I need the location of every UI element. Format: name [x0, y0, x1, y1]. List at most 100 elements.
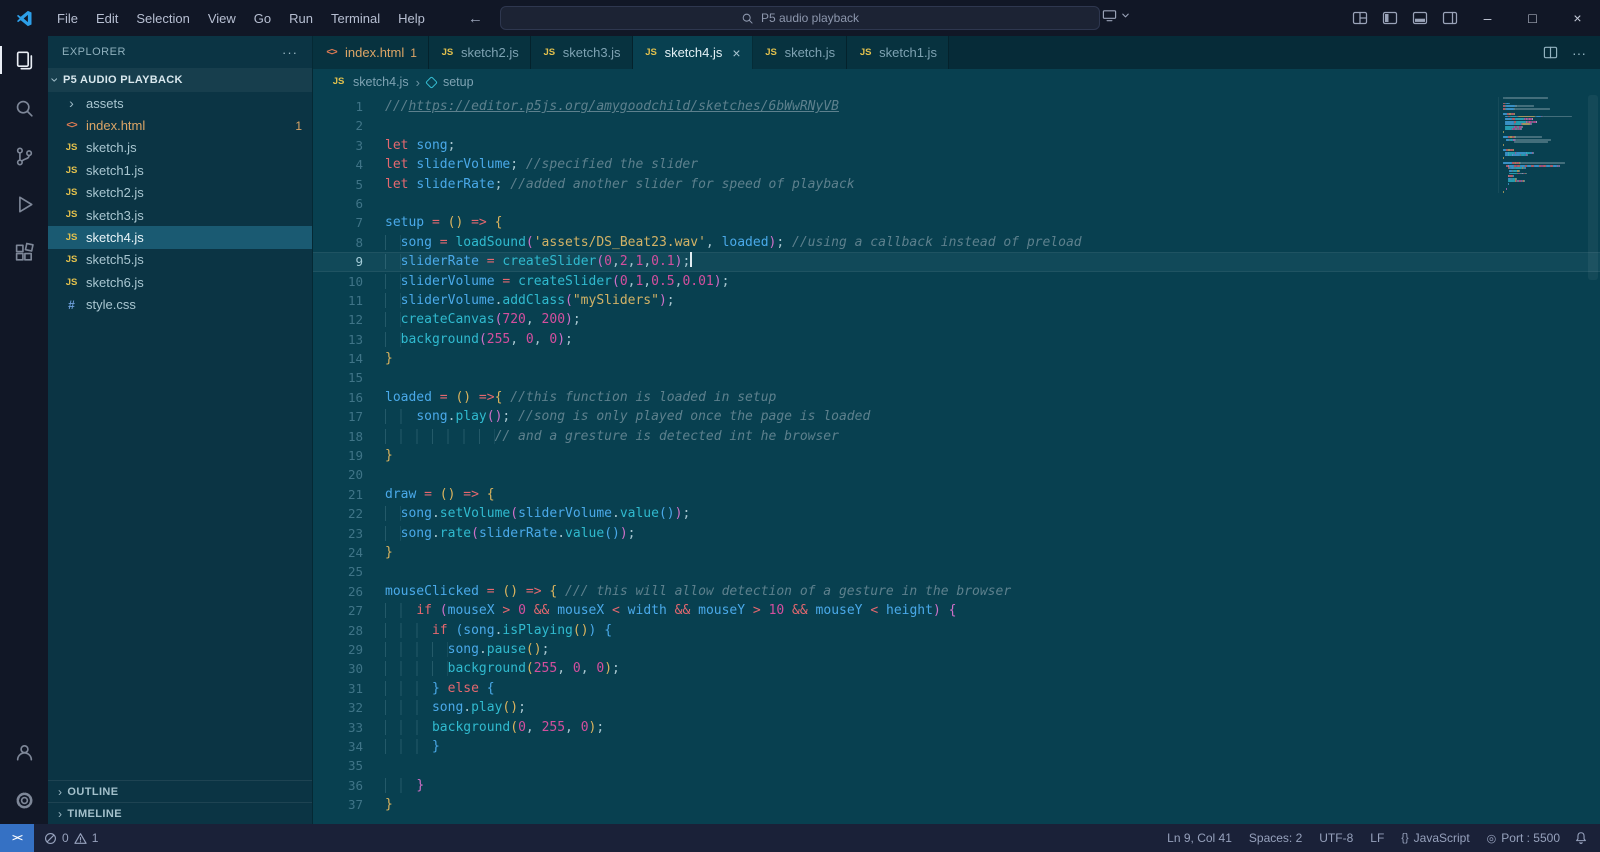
close-icon[interactable]: × [732, 45, 740, 61]
code-line[interactable]: 33 background(0, 255, 0); [313, 718, 1600, 737]
file-sketch.js[interactable]: JS sketch.js [48, 137, 312, 159]
code-line[interactable]: 4 let sliderVolume; //specified the slide… [313, 155, 1600, 174]
code-line[interactable]: 15 [313, 368, 1600, 387]
code-line[interactable]: 20 [313, 465, 1600, 484]
settings-gear-icon[interactable] [0, 776, 48, 824]
code-line[interactable]: 10 sliderVolume = createSlider(0,1,0.5,0… [313, 272, 1600, 291]
code-line[interactable]: 17 song.play(); //song is only played on… [313, 407, 1600, 426]
tab-index.html[interactable]: <> index.html 1 [313, 36, 429, 69]
toggle-sidebar-icon[interactable] [1375, 3, 1405, 33]
menu-run[interactable]: Run [280, 7, 322, 30]
code-line[interactable]: 11 sliderVolume.addClass("mySliders"); [313, 291, 1600, 310]
menu-view[interactable]: View [199, 7, 245, 30]
status-javascript[interactable]: {} JavaScript [1401, 831, 1469, 845]
customize-layout-icon[interactable] [1345, 3, 1375, 33]
code-line[interactable]: 21 draw = () => { [313, 485, 1600, 504]
search-icon[interactable] [0, 84, 48, 132]
code-line[interactable]: 1 ///https://editor.p5js.org/amygoodchild… [313, 97, 1600, 116]
code-line[interactable]: 18 // and a gresture is detected int he … [313, 427, 1600, 446]
code-line[interactable]: 12 createCanvas(720, 200); [313, 310, 1600, 329]
menu-help[interactable]: Help [389, 7, 434, 30]
source-control-icon[interactable] [0, 132, 48, 180]
code-line[interactable]: 6 [313, 194, 1600, 213]
code-editor[interactable]: 1 ///https://editor.p5js.org/amygoodchild… [313, 95, 1600, 824]
section-outline[interactable]: › OUTLINE [48, 780, 312, 802]
tab-sketch3.js[interactable]: JS sketch3.js [530, 36, 633, 69]
code-line[interactable]: 24} [313, 543, 1600, 562]
code-line[interactable]: 36 } [313, 776, 1600, 795]
status-port-5500[interactable]: ◎ Port : 5500 [1487, 831, 1560, 845]
breadcrumb-symbol[interactable]: setup [443, 75, 474, 89]
run-debug-icon[interactable] [0, 180, 48, 228]
extensions-icon[interactable] [0, 228, 48, 276]
back-icon[interactable]: ← [468, 10, 483, 27]
code-line[interactable]: 31 } else { [313, 679, 1600, 698]
code-line[interactable]: 32 song.play(); [313, 698, 1600, 717]
code-line[interactable]: 8 song = loadSound('assets/DS_Beat23.wav… [313, 233, 1600, 252]
notifications-bell-icon[interactable] [1560, 831, 1600, 845]
explorer-icon[interactable] [0, 36, 48, 84]
status-ln-9-col-41[interactable]: Ln 9, Col 41 [1167, 831, 1232, 845]
code-line[interactable]: 13 background(255, 0, 0); [313, 330, 1600, 349]
minimize-button[interactable]: – [1465, 0, 1510, 36]
tab-sketch2.js[interactable]: JS sketch2.js [428, 36, 531, 69]
code-line[interactable]: 23 song.rate(sliderRate.value()); [313, 524, 1600, 543]
code-line[interactable]: 7 setup = () => { [313, 213, 1600, 232]
code-line[interactable]: 22 song.setVolume(sliderVolume.value()); [313, 504, 1600, 523]
code-line[interactable]: 3 let song; [313, 136, 1600, 155]
menu-selection[interactable]: Selection [127, 7, 198, 30]
code-line[interactable]: 5 let sliderRate; //added another slider … [313, 175, 1600, 194]
file-sketch6.js[interactable]: JS sketch6.js [48, 271, 312, 293]
menu-file[interactable]: File [48, 7, 87, 30]
workspace-root-folder[interactable]: › P5 AUDIO PLAYBACK [47, 68, 312, 92]
code-line[interactable]: 14} [313, 349, 1600, 368]
toggle-secondary-sidebar-icon[interactable] [1435, 3, 1465, 33]
code-line[interactable]: 30 background(255, 0, 0); [313, 659, 1600, 678]
account-icon[interactable] [0, 728, 48, 776]
tab-sketch4.js[interactable]: JS sketch4.js × [632, 36, 753, 69]
scrollbar[interactable] [1584, 95, 1600, 824]
code-line[interactable]: 9 sliderRate = createSlider(0,2,1,0.1); [313, 252, 1600, 272]
file-index.html[interactable]: <> index.html 1 [48, 114, 312, 136]
file-sketch2.js[interactable]: JS sketch2.js [48, 182, 312, 204]
code-line[interactable]: 35 [313, 756, 1600, 775]
tab-sketch.js[interactable]: JS sketch.js [752, 36, 848, 69]
close-button[interactable]: × [1555, 0, 1600, 36]
menu-terminal[interactable]: Terminal [322, 7, 389, 30]
minimap[interactable] [1498, 97, 1584, 193]
code-line[interactable]: 34 } [313, 737, 1600, 756]
file-style.css[interactable]: # style.css [48, 294, 312, 316]
code-line[interactable]: 26 mouseClicked = () => { /// this will a… [313, 582, 1600, 601]
file-sketch4.js[interactable]: JS sketch4.js [48, 226, 312, 249]
more-actions-icon[interactable]: ··· [1572, 45, 1586, 61]
code-line[interactable]: 37} [313, 795, 1600, 814]
problems-status[interactable]: 0 1 [34, 831, 108, 845]
tab-sketch1.js[interactable]: JS sketch1.js [847, 36, 949, 69]
maximize-button[interactable]: □ [1510, 0, 1555, 36]
file-sketch5.js[interactable]: JS sketch5.js [48, 249, 312, 271]
code-line[interactable]: 19} [313, 446, 1600, 465]
section-timeline[interactable]: › TIMELINE [48, 802, 312, 824]
breadcrumb-file[interactable]: sketch4.js [353, 75, 409, 89]
file-sketch1.js[interactable]: JS sketch1.js [48, 159, 312, 181]
code-line[interactable]: 2 [313, 116, 1600, 135]
file-sketch3.js[interactable]: JS sketch3.js [48, 204, 312, 226]
file-assets[interactable]: › assets [48, 92, 312, 114]
split-editor-icon[interactable] [1543, 45, 1558, 60]
command-center[interactable]: P5 audio playback [500, 6, 1100, 30]
scrollbar-thumb[interactable] [1588, 95, 1598, 280]
code-line[interactable]: 29 song.pause(); [313, 640, 1600, 659]
menu-edit[interactable]: Edit [87, 7, 127, 30]
code-line[interactable]: 16 loaded = () =>{ //this function is loa… [313, 388, 1600, 407]
status-lf[interactable]: LF [1370, 831, 1384, 845]
more-actions-icon[interactable]: ··· [282, 45, 298, 60]
menu-go[interactable]: Go [245, 7, 280, 30]
toggle-panel-icon[interactable] [1405, 3, 1435, 33]
status-utf-8[interactable]: UTF-8 [1319, 831, 1353, 845]
code-line[interactable]: 27 if (mouseX > 0 && mouseX < width && m… [313, 601, 1600, 620]
status-spaces-2[interactable]: Spaces: 2 [1249, 831, 1302, 845]
code-line[interactable]: 28 if (song.isPlaying()) { [313, 621, 1600, 640]
code-line[interactable]: 25 [313, 562, 1600, 581]
titlebar-dropdown-icon[interactable] [1102, 8, 1130, 23]
remote-indicator[interactable]: >< [0, 824, 34, 852]
